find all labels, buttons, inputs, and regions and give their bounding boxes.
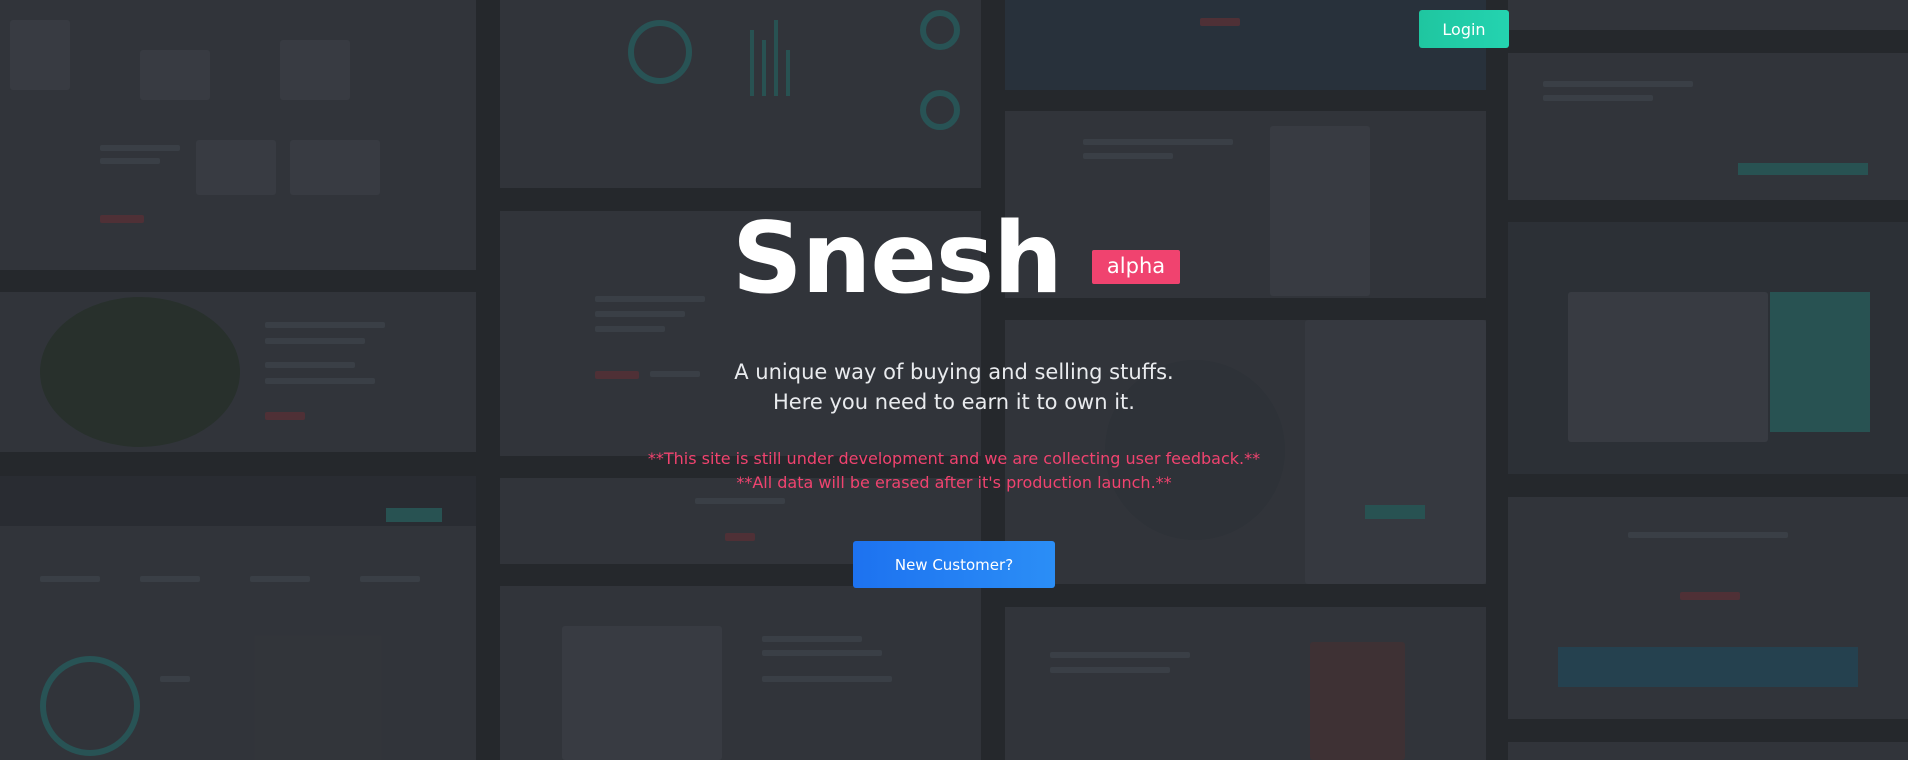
new-customer-button[interactable]: New Customer? xyxy=(853,541,1055,588)
dark-overlay xyxy=(0,0,1908,760)
login-button[interactable]: Login xyxy=(1419,10,1509,48)
background-mosaic xyxy=(0,0,1908,760)
